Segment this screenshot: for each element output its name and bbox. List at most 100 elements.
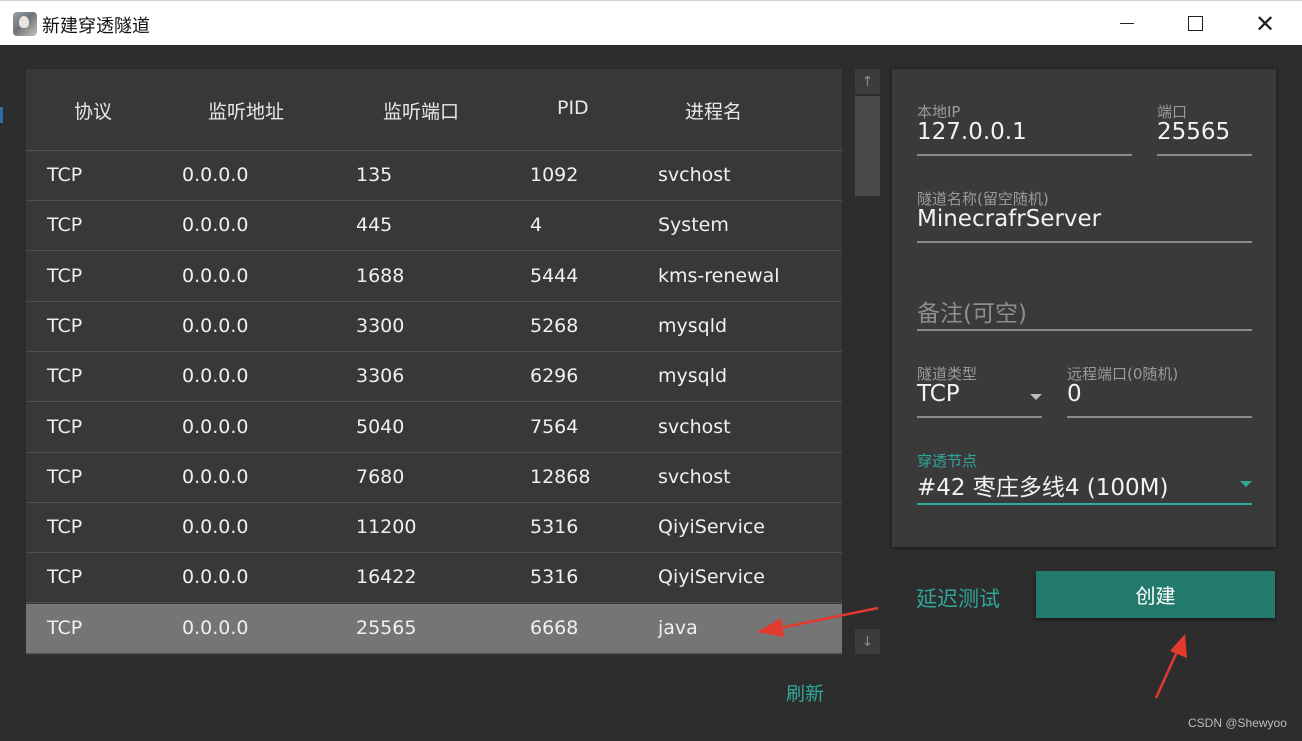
- column-header-pid[interactable]: PID: [557, 97, 589, 119]
- minimize-icon: [1120, 22, 1134, 25]
- tunnel-form: 本地IP 127.0.0.1 端口 25565 隧道名称(留空随机) Minec…: [892, 69, 1276, 547]
- cell-listen-address: 0.0.0.0: [182, 264, 249, 287]
- scrollbar-thumb[interactable]: [855, 96, 880, 196]
- node-value[interactable]: #42 枣庄多线4 (100M): [917, 468, 1168, 502]
- remote-port-label: 远程端口(0随机): [1067, 365, 1179, 383]
- cell-listen-port: 11200: [356, 516, 417, 539]
- cell-pid: 4: [530, 214, 543, 237]
- table-row[interactable]: TCP 0.0.0.0 11200 5316 QiyiService: [26, 503, 842, 554]
- refresh-link[interactable]: 刷新: [786, 679, 824, 706]
- port-field[interactable]: 端口 25565: [1157, 101, 1252, 156]
- tunnel-type-underline: [917, 416, 1042, 418]
- cell-protocol: TCP: [47, 516, 83, 539]
- remote-port-field[interactable]: 远程端口(0随机) 0: [1067, 363, 1252, 418]
- cell-listen-port: 25565: [356, 616, 417, 639]
- cell-listen-port: 445: [356, 214, 393, 237]
- cell-protocol: TCP: [47, 465, 83, 488]
- scroll-down-arrow-icon[interactable]: ↓: [855, 629, 880, 654]
- cell-process-name: QiyiService: [658, 516, 765, 539]
- cell-listen-address: 0.0.0.0: [182, 365, 249, 388]
- cell-pid: 5444: [530, 264, 579, 287]
- local-ip-underline: [917, 154, 1132, 156]
- maximize-button[interactable]: [1160, 1, 1230, 46]
- chevron-down-icon[interactable]: [1240, 481, 1252, 487]
- cell-listen-address: 0.0.0.0: [182, 465, 249, 488]
- tunnel-type-value[interactable]: TCP: [917, 381, 960, 407]
- csdn-watermark: CSDN @Shewyoo: [1188, 716, 1287, 730]
- table-header: 协议 监听地址 监听端口 PID 进程名: [26, 69, 842, 151]
- cell-protocol: TCP: [47, 264, 83, 287]
- cell-protocol: TCP: [47, 214, 83, 237]
- minimize-button[interactable]: [1092, 1, 1162, 46]
- cell-process-name: mysqld: [658, 365, 728, 388]
- table-row[interactable]: TCP 0.0.0.0 7680 12868 svchost: [26, 453, 842, 503]
- app-icon: [13, 12, 37, 36]
- close-button[interactable]: ✕: [1230, 1, 1300, 46]
- local-ip-value[interactable]: 127.0.0.1: [917, 119, 1027, 145]
- scroll-up-arrow-icon[interactable]: ↑: [855, 69, 880, 94]
- cell-process-name: svchost: [658, 164, 731, 186]
- cell-listen-address: 0.0.0.0: [182, 616, 249, 639]
- window-edge-accent: [0, 107, 3, 123]
- tunnel-dialog: 新建穿透隧道 ✕ 协议 监听地址 监听端口 PID 进程名 TCP 0.0.0.0…: [0, 0, 1302, 741]
- table-row[interactable]: TCP 0.0.0.0 5040 7564 svchost: [26, 403, 842, 453]
- column-header-process-name[interactable]: 进程名: [685, 97, 742, 124]
- window-title: 新建穿透隧道: [42, 16, 150, 37]
- table-row[interactable]: TCP 0.0.0.0 445 4 System: [26, 201, 842, 252]
- title-bar: 新建穿透隧道 ✕: [0, 0, 1302, 45]
- table-row[interactable]: TCP 0.0.0.0 3306 6296 mysqld: [26, 352, 842, 403]
- column-header-protocol[interactable]: 协议: [74, 97, 112, 124]
- cell-process-name: svchost: [658, 465, 731, 488]
- cell-listen-port: 3300: [356, 314, 405, 337]
- cell-process-name: svchost: [658, 415, 731, 438]
- dialog-content: 协议 监听地址 监听端口 PID 进程名 TCP 0.0.0.0 135 1092 sv…: [0, 45, 1302, 741]
- cell-process-name: kms-renewal: [658, 264, 780, 287]
- remark-underline: [917, 329, 1252, 331]
- cell-protocol: TCP: [47, 616, 83, 639]
- cell-listen-port: 16422: [356, 566, 417, 589]
- cell-listen-port: 3306: [356, 365, 405, 388]
- table-row[interactable]: TCP 0.0.0.0 16422 5316 QiyiService: [26, 553, 842, 604]
- local-ip-field[interactable]: 本地IP 127.0.0.1: [917, 101, 1132, 156]
- create-button[interactable]: 创建: [1036, 571, 1275, 618]
- port-table: 协议 监听地址 监听端口 PID 进程名 TCP 0.0.0.0 135 1092 sv…: [26, 69, 842, 655]
- cell-listen-port: 1688: [356, 264, 405, 287]
- remote-port-value[interactable]: 0: [1067, 381, 1082, 407]
- tunnel-name-value[interactable]: MinecrafrServer: [917, 206, 1101, 232]
- cell-protocol: TCP: [47, 164, 83, 186]
- column-header-listen-address[interactable]: 监听地址: [208, 97, 284, 124]
- node-select[interactable]: 穿透节点 #42 枣庄多线4 (100M): [917, 450, 1252, 505]
- cell-pid: 7564: [530, 415, 579, 438]
- maximize-icon: [1187, 16, 1203, 31]
- table-row[interactable]: TCP 0.0.0.0 25565 6668 java: [26, 603, 842, 654]
- table-row[interactable]: TCP 0.0.0.0 135 1092 svchost: [26, 151, 842, 201]
- cell-protocol: TCP: [47, 415, 83, 438]
- cell-pid: 12868: [530, 465, 591, 488]
- chevron-down-icon[interactable]: [1030, 394, 1042, 400]
- table-scrollbar[interactable]: ↑ ↓: [855, 69, 880, 655]
- cell-process-name: java: [658, 616, 698, 639]
- latency-test-link[interactable]: 延迟测试: [916, 583, 1000, 613]
- cell-listen-port: 135: [356, 164, 393, 186]
- cell-protocol: TCP: [47, 365, 83, 388]
- tunnel-name-underline: [917, 241, 1252, 243]
- cell-process-name: mysqld: [658, 314, 728, 337]
- node-underline: [917, 503, 1252, 505]
- port-underline: [1157, 154, 1252, 156]
- tunnel-name-field[interactable]: 隧道名称(留空随机) MinecrafrServer: [917, 188, 1252, 243]
- close-icon: ✕: [1254, 9, 1276, 38]
- cell-protocol: TCP: [47, 314, 83, 337]
- remark-field[interactable]: 备注(可空): [917, 294, 1252, 331]
- cell-pid: 5316: [530, 566, 579, 589]
- remark-placeholder[interactable]: 备注(可空): [917, 294, 1027, 328]
- cell-listen-address: 0.0.0.0: [182, 415, 249, 438]
- table-row[interactable]: TCP 0.0.0.0 3300 5268 mysqld: [26, 302, 842, 352]
- tunnel-type-select[interactable]: 隧道类型 TCP: [917, 363, 1042, 418]
- table-row[interactable]: TCP 0.0.0.0 1688 5444 kms-renewal: [26, 252, 842, 302]
- cell-listen-address: 0.0.0.0: [182, 314, 249, 337]
- cell-protocol: TCP: [47, 566, 83, 589]
- cell-listen-address: 0.0.0.0: [182, 214, 249, 237]
- cell-listen-port: 7680: [356, 465, 405, 488]
- column-header-listen-port[interactable]: 监听端口: [383, 97, 459, 124]
- port-value[interactable]: 25565: [1157, 119, 1230, 145]
